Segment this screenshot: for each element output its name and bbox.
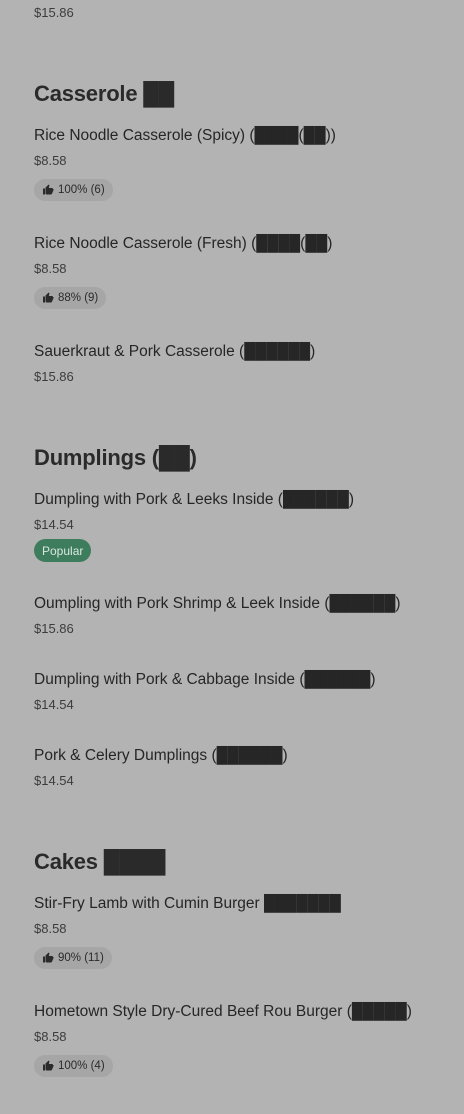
rating-badge: 100% (6) [34, 179, 113, 201]
item-price: $14.54 [34, 773, 74, 788]
menu-item-name[interactable]: Rice Noodle Casserole (Spicy) (████(██)) [34, 127, 336, 145]
item-price: $15.86 [34, 369, 74, 384]
item-price: $15.86 [34, 5, 74, 20]
section-title-casserole: Casserole ██ [34, 81, 175, 106]
popular-badge: Popular [34, 539, 92, 562]
menu-item-name[interactable]: Rice Noodle Casserole (Fresh) (████(██) [34, 235, 332, 253]
item-price: $8.58 [34, 1029, 67, 1044]
rating-badge: 90% (11) [34, 947, 112, 969]
item-price: $14.54 [34, 697, 74, 712]
section-title-dumplings: Dumplings (██) [34, 445, 197, 470]
rating-text: 90% (11) [58, 952, 104, 964]
thumbs-up-icon [43, 1060, 54, 1071]
rating-badge: 88% (9) [34, 287, 107, 309]
menu-item-name[interactable]: Sauerkraut & Pork Casserole (██████) [34, 343, 315, 361]
menu-item-name[interactable]: Dumpling with Pork & Leeks Inside (█████… [34, 491, 354, 509]
item-price: $8.58 [34, 153, 67, 168]
menu-item-name[interactable]: Stir-Fry Lamb with Cumin Burger ███████ [34, 895, 341, 913]
menu-item-name[interactable]: Pork & Celery Dumplings (██████) [34, 747, 288, 765]
menu-item-name[interactable]: Dumpling with Pork & Cabbage Inside (███… [34, 671, 376, 689]
thumbs-up-icon [43, 952, 54, 963]
item-price: $8.58 [34, 261, 67, 276]
item-price: $15.86 [34, 621, 74, 636]
menu-item-name[interactable]: Oumpling with Pork Shrimp & Leek Inside … [34, 595, 401, 613]
rating-badge: 100% (4) [34, 1055, 113, 1077]
thumbs-up-icon [43, 184, 54, 195]
menu-item-name[interactable]: Hometown Style Dry-Cured Beef Rou Burger… [34, 1003, 412, 1021]
rating-text: 88% (9) [58, 292, 99, 304]
item-price: $14.54 [34, 517, 74, 532]
thumbs-up-icon [43, 292, 54, 303]
rating-text: 100% (4) [58, 1060, 105, 1072]
item-price: $8.58 [34, 921, 67, 936]
rating-text: 100% (6) [58, 184, 105, 196]
section-title-cakes: Cakes ████ [34, 849, 166, 874]
